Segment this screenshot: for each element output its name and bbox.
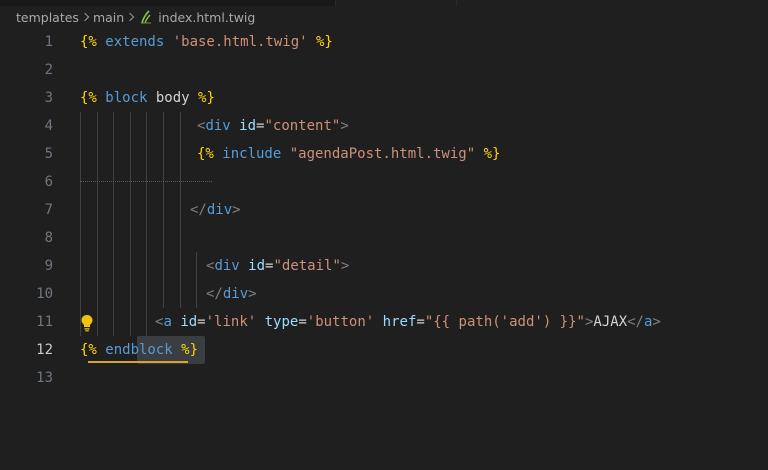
- code-line[interactable]: 9 <div id="detail">: [0, 252, 768, 280]
- code-token: type: [264, 314, 299, 330]
- code-token: AJAX: [593, 314, 628, 330]
- code-token: 'base.html.twig': [172, 34, 308, 50]
- code-token: a: [163, 314, 172, 330]
- code-line[interactable]: 12 {% endblock %}: [0, 336, 768, 364]
- code-token: block: [96, 90, 156, 106]
- line-number: 11: [36, 314, 53, 330]
- code-token: >: [340, 258, 350, 274]
- code-token: "detail": [273, 258, 341, 274]
- code-token: </: [627, 314, 644, 330]
- breadcrumb-item-file[interactable]: index.html.twig: [158, 10, 255, 25]
- code-token: {%: [80, 342, 97, 358]
- code-token: body: [155, 90, 190, 106]
- code-token: {%: [80, 90, 97, 106]
- code-token: div: [222, 286, 249, 302]
- warning-squiggle: [88, 361, 188, 363]
- code-token: {%: [80, 34, 97, 50]
- line-number: 10: [36, 286, 53, 302]
- code-token: include: [213, 146, 290, 162]
- line-number: 3: [44, 90, 53, 106]
- code-text: {% include "agendaPost.html.twig" %}: [197, 140, 500, 168]
- code-token: >: [232, 202, 241, 218]
- code-line[interactable]: 7 </div>: [0, 196, 768, 224]
- line-number: 12: [36, 342, 53, 358]
- code-line[interactable]: 1 {% extends 'base.html.twig' %}: [0, 28, 768, 56]
- lightbulb-icon[interactable]: [80, 314, 94, 332]
- code-line[interactable]: 6: [0, 168, 768, 196]
- code-token: endblock: [96, 342, 182, 358]
- code-line[interactable]: 2: [0, 56, 768, 84]
- code-token: id: [248, 258, 266, 274]
- code-token: "content": [264, 118, 341, 134]
- code-text: {% block body %}: [80, 84, 215, 112]
- code-token: id: [239, 118, 257, 134]
- code-token: id: [180, 314, 198, 330]
- code-token: %}: [181, 342, 199, 358]
- code-token: {%: [197, 146, 214, 162]
- code-token: >: [340, 118, 349, 134]
- whitespace-indicator: [80, 181, 212, 182]
- code-line[interactable]: 3 {% block body %}: [0, 84, 768, 112]
- code-token: "agendaPost.html.twig": [289, 146, 476, 162]
- line-number: 2: [44, 62, 53, 78]
- code-line[interactable]: 5 {% include "agendaPost.html.twig" %}: [0, 140, 768, 168]
- code-token: div: [214, 258, 240, 274]
- code-token: =: [298, 314, 307, 330]
- code-text: <div id="detail">: [206, 252, 349, 280]
- code-text: <a id='link' type='button' href="{{ path…: [155, 308, 661, 336]
- line-number: 8: [44, 230, 53, 246]
- code-text: {% endblock %}: [80, 336, 198, 364]
- code-token: extends: [96, 34, 173, 50]
- code-editor[interactable]: 1 {% extends 'base.html.twig' %} 2 3 {% bloc…: [0, 28, 768, 470]
- line-number: 9: [44, 258, 53, 274]
- code-line[interactable]: 10 </div>: [0, 280, 768, 308]
- code-token: >: [652, 314, 661, 330]
- code-token: div: [205, 118, 231, 134]
- breadcrumb-item-templates[interactable]: templates: [16, 10, 79, 25]
- code-token: %}: [475, 146, 501, 162]
- code-token: =: [416, 314, 425, 330]
- line-number: 13: [36, 370, 53, 386]
- line-number: 1: [44, 34, 53, 50]
- code-token: </: [206, 286, 223, 302]
- code-line[interactable]: 11 <a id='link' type='button' href="{{ pa…: [0, 308, 768, 336]
- code-line[interactable]: 13: [0, 364, 768, 392]
- line-number: 5: [44, 146, 53, 162]
- code-token: 'button': [306, 314, 375, 330]
- code-token: %}: [307, 34, 333, 50]
- breadcrumb: templates main index.html.twig: [0, 6, 768, 28]
- code-token: href: [382, 314, 417, 330]
- breadcrumb-item-main[interactable]: main: [93, 10, 124, 25]
- code-token: div: [206, 202, 233, 218]
- twig-file-icon: [140, 10, 152, 24]
- code-token: =: [197, 314, 206, 330]
- code-token: </: [190, 202, 207, 218]
- code-token: >: [248, 286, 257, 302]
- line-number: 7: [44, 202, 53, 218]
- chevron-right-icon: [79, 11, 93, 23]
- code-text: {% extends 'base.html.twig' %}: [80, 28, 333, 56]
- code-text: <div id="content">: [197, 112, 349, 140]
- code-text: </div>: [206, 280, 257, 308]
- code-token: %}: [189, 90, 215, 106]
- code-line[interactable]: 4 <div id="content">: [0, 112, 768, 140]
- line-number: 4: [44, 118, 53, 134]
- code-text: </div>: [190, 196, 241, 224]
- code-token: "{{ path('add') }}": [424, 314, 585, 330]
- code-token: 'link': [205, 314, 257, 330]
- code-line[interactable]: 8: [0, 224, 768, 252]
- line-number: 6: [44, 174, 53, 190]
- chevron-right-icon: [124, 11, 138, 23]
